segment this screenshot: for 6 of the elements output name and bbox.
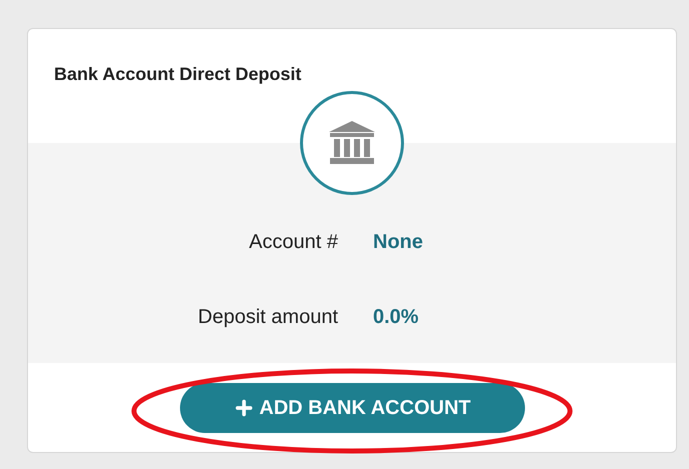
field-label: Account # xyxy=(248,230,338,255)
field-label: Deposit amount xyxy=(196,305,338,330)
card-title: Bank Account Direct Deposit xyxy=(54,63,302,86)
field-value: 0.0% xyxy=(373,305,420,330)
add-bank-account-button[interactable]: ADD BANK ACCOUNT xyxy=(180,382,524,432)
field-value: None xyxy=(373,230,423,255)
